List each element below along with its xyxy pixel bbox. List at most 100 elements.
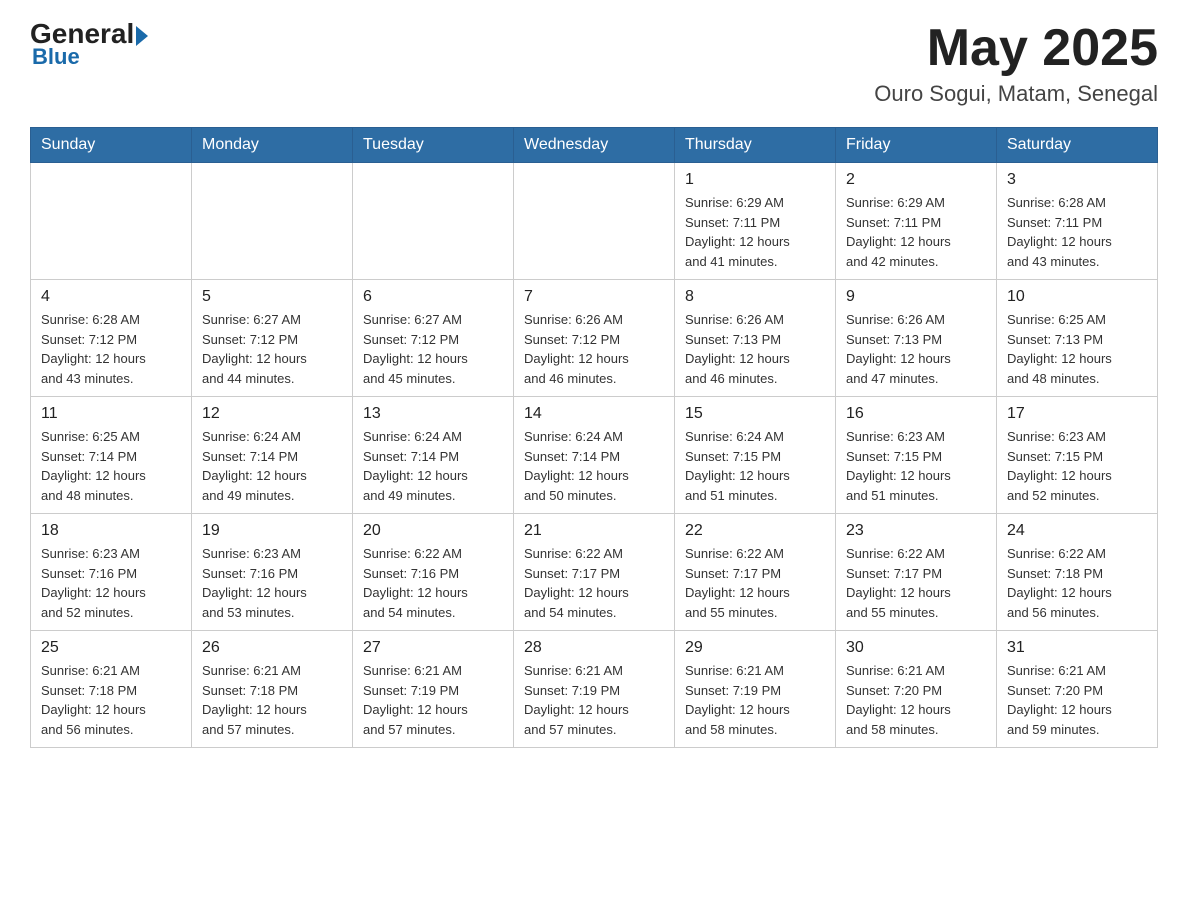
- calendar-cell: 23Sunrise: 6:22 AMSunset: 7:17 PMDayligh…: [836, 514, 997, 631]
- day-info: Sunrise: 6:25 AMSunset: 7:13 PMDaylight:…: [1007, 310, 1147, 388]
- calendar-cell: [192, 163, 353, 280]
- day-info: Sunrise: 6:26 AMSunset: 7:12 PMDaylight:…: [524, 310, 664, 388]
- calendar-cell: 11 Sunrise: 6:25 AMSunset: 7:14 PMDayligh…: [31, 397, 192, 514]
- calendar-cell: 1Sunrise: 6:29 AMSunset: 7:11 PMDaylight…: [675, 163, 836, 280]
- header-friday: Friday: [836, 128, 997, 163]
- day-number: 30: [846, 639, 986, 657]
- day-number: 28: [524, 639, 664, 657]
- day-info: Sunrise: 6:23 AMSunset: 7:16 PMDaylight:…: [41, 544, 181, 622]
- day-info: Sunrise: 6:27 AMSunset: 7:12 PMDaylight:…: [202, 310, 342, 388]
- calendar-cell: 5 Sunrise: 6:27 AMSunset: 7:12 PMDaylight…: [192, 280, 353, 397]
- day-number: 31: [1007, 639, 1147, 657]
- day-info: Sunrise: 6:23 AMSunset: 7:15 PMDaylight:…: [846, 427, 986, 505]
- day-number: 3: [1007, 171, 1147, 189]
- week-row-1: 1 Sunrise: 6:29 AMSunset: 7:11 PMDaylight…: [31, 163, 1158, 280]
- calendar-cell: 29 Sunrise: 6:21 AMSunset: 7:19 PMDayligh…: [675, 631, 836, 748]
- calendar-cell: 6Sunrise: 6:27 AMSunset: 7:12 PMDaylight…: [353, 280, 514, 397]
- day-info: Sunrise: 6:22 AMSunset: 7:16 PMDaylight:…: [363, 544, 503, 622]
- day-info: Sunrise: 6:22 AMSunset: 7:17 PMDaylight:…: [846, 544, 986, 622]
- header-sunday: Sunday: [31, 128, 192, 163]
- logo-arrow-icon: [136, 26, 148, 46]
- calendar-cell: 3 Sunrise: 6:28 AMSunset: 7:11 PMDaylight…: [997, 163, 1158, 280]
- calendar-cell: 9 Sunrise: 6:26 AMSunset: 7:13 PMDaylight…: [836, 280, 997, 397]
- day-number: 29: [685, 639, 825, 657]
- day-number: 1: [685, 171, 825, 189]
- calendar-cell: [31, 163, 192, 280]
- day-number: 21: [524, 522, 664, 540]
- week-row-5: 25 Sunrise: 6:21 AMSunset: 7:18 PMDayligh…: [31, 631, 1158, 748]
- day-number: 18: [41, 522, 181, 540]
- day-info: Sunrise: 6:27 AMSunset: 7:12 PMDaylight:…: [363, 310, 503, 388]
- logo-blue-text: Blue: [32, 44, 80, 70]
- day-info: Sunrise: 6:21 AMSunset: 7:19 PMDaylight:…: [363, 661, 503, 739]
- calendar-cell: 12 Sunrise: 6:24 AMSunset: 7:14 PMDayligh…: [192, 397, 353, 514]
- calendar-cell: 27 Sunrise: 6:21 AMSunset: 7:19 PMDayligh…: [353, 631, 514, 748]
- day-info: Sunrise: 6:24 AMSunset: 7:14 PMDaylight:…: [363, 427, 503, 505]
- logo: General Blue: [30, 20, 148, 70]
- day-info: Sunrise: 6:21 AMSunset: 7:19 PMDaylight:…: [685, 661, 825, 739]
- header-tuesday: Tuesday: [353, 128, 514, 163]
- day-info: Sunrise: 6:24 AMSunset: 7:14 PMDaylight:…: [202, 427, 342, 505]
- calendar-cell: 25 Sunrise: 6:21 AMSunset: 7:18 PMDayligh…: [31, 631, 192, 748]
- day-info: Sunrise: 6:21 AMSunset: 7:18 PMDaylight:…: [202, 661, 342, 739]
- day-info: Sunrise: 6:28 AMSunset: 7:12 PMDaylight:…: [41, 310, 181, 388]
- calendar-cell: 16 Sunrise: 6:23 AMSunset: 7:15 PMDayligh…: [836, 397, 997, 514]
- day-info: Sunrise: 6:28 AMSunset: 7:11 PMDaylight:…: [1007, 193, 1147, 271]
- calendar-cell: [514, 163, 675, 280]
- day-info: Sunrise: 6:29 AMSunset: 7:11 PMDaylight:…: [846, 193, 986, 271]
- day-info: Sunrise: 6:21 AMSunset: 7:19 PMDaylight:…: [524, 661, 664, 739]
- day-number: 10: [1007, 288, 1147, 306]
- header-wednesday: Wednesday: [514, 128, 675, 163]
- calendar-cell: 7 Sunrise: 6:26 AMSunset: 7:12 PMDaylight…: [514, 280, 675, 397]
- day-info: Sunrise: 6:23 AMSunset: 7:15 PMDaylight:…: [1007, 427, 1147, 505]
- day-info: Sunrise: 6:22 AMSunset: 7:17 PMDaylight:…: [524, 544, 664, 622]
- day-number: 24: [1007, 522, 1147, 540]
- day-number: 16: [846, 405, 986, 423]
- day-number: 19: [202, 522, 342, 540]
- calendar-cell: 26 Sunrise: 6:21 AMSunset: 7:18 PMDayligh…: [192, 631, 353, 748]
- day-number: 4: [41, 288, 181, 306]
- calendar-cell: [353, 163, 514, 280]
- calendar-cell: 21 Sunrise: 6:22 AMSunset: 7:17 PMDayligh…: [514, 514, 675, 631]
- day-info: Sunrise: 6:22 AMSunset: 7:18 PMDaylight:…: [1007, 544, 1147, 622]
- calendar-cell: 30 Sunrise: 6:21 AMSunset: 7:20 PMDayligh…: [836, 631, 997, 748]
- day-info: Sunrise: 6:21 AMSunset: 7:20 PMDaylight:…: [846, 661, 986, 739]
- day-number: 25: [41, 639, 181, 657]
- day-info: Sunrise: 6:23 AMSunset: 7:16 PMDaylight:…: [202, 544, 342, 622]
- day-number: 2: [846, 171, 986, 189]
- header-monday: Monday: [192, 128, 353, 163]
- day-number: 14: [524, 405, 664, 423]
- day-number: 7: [524, 288, 664, 306]
- calendar-cell: 31 Sunrise: 6:21 AMSunset: 7:20 PMDayligh…: [997, 631, 1158, 748]
- calendar-cell: 14 Sunrise: 6:24 AMSunset: 7:14 PMDayligh…: [514, 397, 675, 514]
- day-info: Sunrise: 6:24 AMSunset: 7:15 PMDaylight:…: [685, 427, 825, 505]
- day-number: 17: [1007, 405, 1147, 423]
- week-row-4: 18 Sunrise: 6:23 AMSunset: 7:16 PMDayligh…: [31, 514, 1158, 631]
- calendar-cell: 15Sunrise: 6:24 AMSunset: 7:15 PMDayligh…: [675, 397, 836, 514]
- day-number: 11: [41, 405, 181, 423]
- month-year-title: May 2025: [874, 20, 1158, 77]
- header-saturday: Saturday: [997, 128, 1158, 163]
- day-info: Sunrise: 6:26 AMSunset: 7:13 PMDaylight:…: [846, 310, 986, 388]
- day-number: 12: [202, 405, 342, 423]
- calendar-cell: 20 Sunrise: 6:22 AMSunset: 7:16 PMDayligh…: [353, 514, 514, 631]
- day-number: 8: [685, 288, 825, 306]
- day-number: 20: [363, 522, 503, 540]
- day-info: Sunrise: 6:25 AMSunset: 7:14 PMDaylight:…: [41, 427, 181, 505]
- location-subtitle: Ouro Sogui, Matam, Senegal: [874, 81, 1158, 107]
- day-info: Sunrise: 6:21 AMSunset: 7:20 PMDaylight:…: [1007, 661, 1147, 739]
- title-section: May 2025 Ouro Sogui, Matam, Senegal: [874, 20, 1158, 107]
- week-row-2: 4 Sunrise: 6:28 AMSunset: 7:12 PMDaylight…: [31, 280, 1158, 397]
- calendar-table: SundayMondayTuesdayWednesdayThursdayFrid…: [30, 127, 1158, 748]
- day-number: 13: [363, 405, 503, 423]
- day-number: 26: [202, 639, 342, 657]
- day-info: Sunrise: 6:24 AMSunset: 7:14 PMDaylight:…: [524, 427, 664, 505]
- calendar-cell: 22Sunrise: 6:22 AMSunset: 7:17 PMDayligh…: [675, 514, 836, 631]
- day-info: Sunrise: 6:22 AMSunset: 7:17 PMDaylight:…: [685, 544, 825, 622]
- day-number: 5: [202, 288, 342, 306]
- day-number: 27: [363, 639, 503, 657]
- day-number: 9: [846, 288, 986, 306]
- day-info: Sunrise: 6:21 AMSunset: 7:18 PMDaylight:…: [41, 661, 181, 739]
- calendar-cell: 17 Sunrise: 6:23 AMSunset: 7:15 PMDayligh…: [997, 397, 1158, 514]
- week-row-3: 11 Sunrise: 6:25 AMSunset: 7:14 PMDayligh…: [31, 397, 1158, 514]
